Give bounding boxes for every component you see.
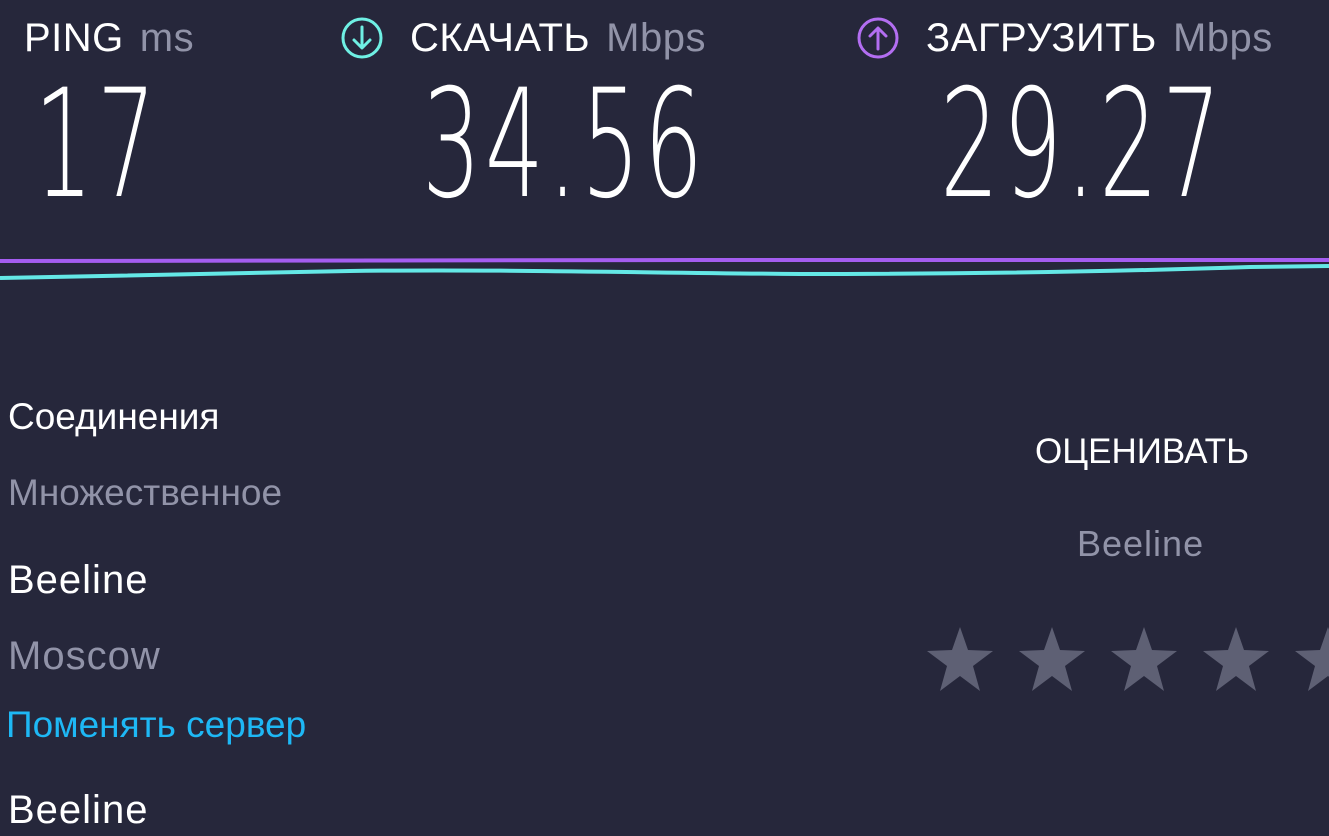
connections-title: Соединения	[8, 396, 220, 437]
rate-title: ОЦЕНИВАТЬ	[1035, 432, 1250, 471]
provider-name: Beeline	[8, 558, 149, 602]
change-server-link[interactable]: Поменять сервер	[6, 704, 306, 746]
speed-graph	[0, 257, 1329, 280]
star-icon[interactable]	[926, 626, 994, 692]
download-arrow-icon	[341, 17, 383, 59]
star-icon[interactable]	[1018, 626, 1086, 692]
download-speed-line	[0, 264, 1329, 280]
upload-header: ЗАГРУЗИТЬ Mbps	[856, 14, 1273, 62]
download-unit: Mbps	[606, 16, 706, 60]
server-name: Beeline	[8, 788, 149, 832]
star-icon[interactable]	[1294, 626, 1329, 692]
speedtest-result-screen: PING ms 17 СКАЧАТЬ Mbps 34.56 ЗАГРУЗИТЬ …	[0, 0, 1329, 836]
upload-speed-line	[0, 257, 1329, 263]
upload-label: ЗАГРУЗИТЬ	[926, 16, 1157, 60]
upload-arrow-icon	[857, 17, 899, 59]
ping-label: PING	[24, 16, 124, 60]
download-label: СКАЧАТЬ	[410, 16, 591, 60]
ping-unit: ms	[139, 16, 195, 60]
star-icon[interactable]	[1110, 626, 1178, 692]
provider-city: Moscow	[8, 634, 161, 678]
download-value: 34.56	[422, 58, 707, 232]
upload-value: 29.27	[940, 58, 1225, 232]
rating-stars	[926, 626, 1329, 696]
ping-value: 17	[34, 58, 160, 232]
rate-provider-name: Beeline	[1077, 523, 1205, 564]
upload-unit: Mbps	[1172, 16, 1273, 60]
download-header: СКАЧАТЬ Mbps	[340, 14, 706, 62]
ping-header: PING ms	[24, 14, 194, 62]
connection-type: Множественное	[8, 472, 283, 513]
star-icon[interactable]	[1202, 626, 1270, 692]
